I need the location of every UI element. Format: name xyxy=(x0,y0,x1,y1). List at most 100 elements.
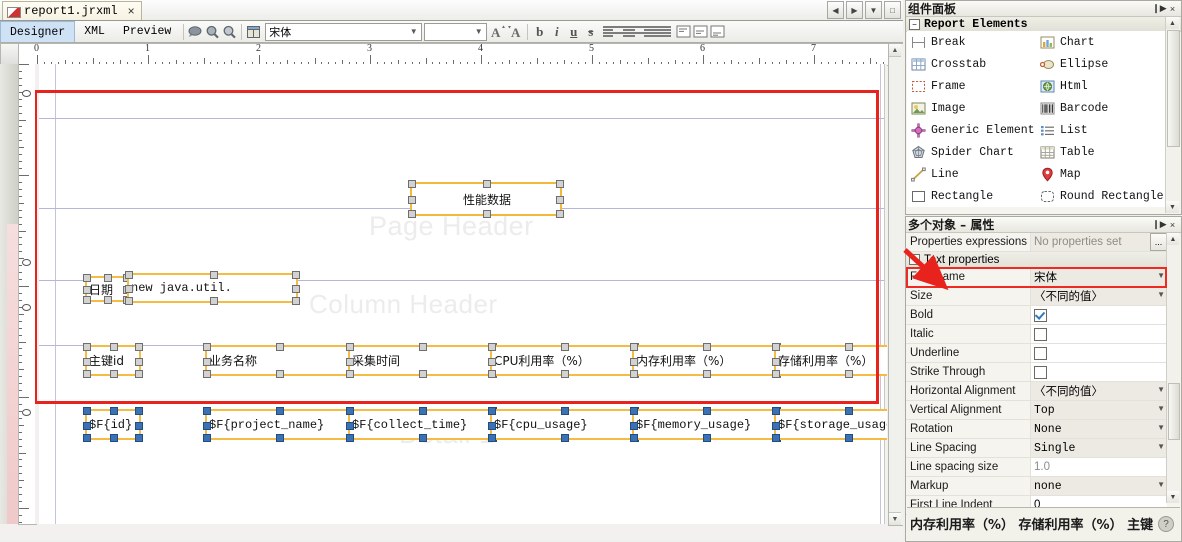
zoom-out-icon[interactable] xyxy=(221,23,238,40)
minimize-icon[interactable]: ❙▶ xyxy=(1152,218,1166,231)
resize-handle-tl[interactable] xyxy=(83,274,91,282)
date-label[interactable]: 日期 xyxy=(83,274,131,304)
resize-handle-bl[interactable] xyxy=(346,370,354,378)
resize-handle-tm[interactable] xyxy=(483,180,491,188)
resize-handle-bl[interactable] xyxy=(772,434,780,442)
header-cpu-usage[interactable]: CPU利用率（%） xyxy=(488,343,639,378)
resize-handle-bm[interactable] xyxy=(560,434,569,442)
resize-handle-tm[interactable] xyxy=(110,407,118,415)
property-value[interactable]: none ▼ xyxy=(1030,477,1167,495)
properties-scrollbar[interactable]: ▲ ▼ xyxy=(1166,233,1180,503)
palette-item-list[interactable]: List xyxy=(1036,119,1165,141)
scroll-down-icon[interactable]: ▼ xyxy=(1167,491,1179,503)
chevron-down-icon[interactable]: ▼ xyxy=(1157,423,1165,432)
title-text[interactable]: 性能数据 xyxy=(408,180,564,218)
resize-handle-br[interactable] xyxy=(135,370,143,378)
property-value[interactable]: 〈不同的值〉 ▼ xyxy=(1030,382,1167,400)
resize-handle-tm[interactable] xyxy=(275,407,284,415)
resize-handle-ml[interactable] xyxy=(630,357,638,366)
property-row-vertical-alignment[interactable]: Vertical Alignment Top ▼ xyxy=(906,401,1167,420)
properties-expressions-value[interactable]: No properties set ... xyxy=(1030,233,1167,251)
scroll-up-icon[interactable]: ▲ xyxy=(1166,17,1179,29)
property-value[interactable] xyxy=(1030,306,1167,324)
resize-handle-bm[interactable] xyxy=(209,297,218,305)
resize-handle-tm[interactable] xyxy=(844,343,853,351)
chevron-down-icon[interactable]: ▼ xyxy=(471,25,486,39)
valign-top-icon[interactable] xyxy=(675,23,692,40)
resize-handle-tm[interactable] xyxy=(560,343,569,351)
resize-handle-bm[interactable] xyxy=(483,210,491,218)
detail-storage-usage[interactable]: $F{storage_usage} xyxy=(772,407,887,442)
resize-handle-tm[interactable] xyxy=(418,343,427,351)
resize-handle-bm[interactable] xyxy=(418,434,427,442)
resize-handle-bm[interactable] xyxy=(110,370,118,378)
chevron-down-icon[interactable]: ▼ xyxy=(1157,385,1165,394)
header-memory-usage[interactable]: 内存利用率（%） xyxy=(630,343,781,378)
resize-handle-tr[interactable] xyxy=(135,343,143,351)
report-canvas[interactable]: Page Header Detail 1 Column Header 性能数据日… xyxy=(35,64,887,524)
checkbox-italic[interactable] xyxy=(1034,327,1047,341)
resize-handle-ml[interactable] xyxy=(488,357,496,366)
property-row-strike-through[interactable]: Strike Through xyxy=(906,363,1167,382)
underline-button[interactable]: u xyxy=(565,23,582,40)
property-value[interactable]: Top ▼ xyxy=(1030,401,1167,419)
date-field[interactable]: new java.util. xyxy=(125,271,300,305)
header-id[interactable]: 主键id xyxy=(83,343,143,378)
resize-handle-bm[interactable] xyxy=(275,434,284,442)
resize-handle-ml[interactable] xyxy=(83,286,91,294)
strikethrough-button[interactable]: s xyxy=(582,23,599,40)
header-project-name[interactable]: 业务名称 xyxy=(203,343,354,378)
bold-button[interactable]: b xyxy=(531,23,548,40)
property-row-markup[interactable]: Markup none ▼ xyxy=(906,477,1167,496)
font-size-combo[interactable]: ▼ xyxy=(424,22,488,41)
resize-handle-tr[interactable] xyxy=(556,180,564,188)
detail-project-name[interactable]: $F{project_name} xyxy=(203,407,354,442)
palette-item-rectangle[interactable]: Rectangle xyxy=(907,185,1036,207)
band-marker[interactable] xyxy=(22,304,31,311)
band-marker[interactable] xyxy=(22,90,31,97)
detail-cpu-usage[interactable]: $F{cpu_usage} xyxy=(488,407,639,442)
resize-handle-ml[interactable] xyxy=(630,421,638,430)
resize-handle-bl[interactable] xyxy=(408,210,416,218)
resize-handle-tl[interactable] xyxy=(346,343,354,351)
resize-handle-tm[interactable] xyxy=(418,407,427,415)
resize-handle-bl[interactable] xyxy=(488,370,496,378)
editor-tab-report1[interactable]: report1.jrxml × xyxy=(2,1,142,20)
resize-handle-tl[interactable] xyxy=(83,407,91,415)
resize-handle-ml[interactable] xyxy=(83,357,91,366)
palette-item-line[interactable]: Line xyxy=(907,163,1036,185)
resize-handle-tl[interactable] xyxy=(488,407,496,415)
resize-handle-tl[interactable] xyxy=(488,343,496,351)
align-right-icon[interactable] xyxy=(637,24,655,39)
resize-handle-bl[interactable] xyxy=(203,434,211,442)
chevron-down-icon[interactable]: ▼ xyxy=(865,1,882,19)
palette-item-chart[interactable]: Chart xyxy=(1036,31,1165,53)
properties-expressions-button[interactable]: ... xyxy=(1150,233,1167,251)
palette-item-map[interactable]: Map xyxy=(1036,163,1165,185)
resize-handle-br[interactable] xyxy=(556,210,564,218)
resize-handle-bm[interactable] xyxy=(104,296,112,304)
close-icon[interactable]: × xyxy=(1166,218,1179,231)
checkbox-strike-through[interactable] xyxy=(1034,365,1047,379)
property-row-horizontal-alignment[interactable]: Horizontal Alignment 〈不同的值〉 ▼ xyxy=(906,382,1167,401)
font-name-combo[interactable]: 宋体 ▼ xyxy=(265,22,423,41)
resize-handle-bm[interactable] xyxy=(844,434,853,442)
band-marker[interactable] xyxy=(22,409,31,416)
checkbox-bold[interactable] xyxy=(1034,308,1047,322)
resize-handle-tl[interactable] xyxy=(408,180,416,188)
tab-next-button[interactable]: ▶ xyxy=(846,1,863,19)
resize-handle-tl[interactable] xyxy=(346,407,354,415)
resize-handle-bl[interactable] xyxy=(772,370,780,378)
resize-handle-mr[interactable] xyxy=(135,421,143,430)
resize-handle-bl[interactable] xyxy=(346,434,354,442)
resize-handle-bm[interactable] xyxy=(418,370,427,378)
checkbox-underline[interactable] xyxy=(1034,346,1047,360)
resize-handle-ml[interactable] xyxy=(83,421,91,430)
zoom-fit-icon[interactable] xyxy=(187,23,204,40)
property-value[interactable]: 〈不同的值〉 ▼ xyxy=(1030,287,1167,305)
resize-handle-tr[interactable] xyxy=(135,407,143,415)
resize-handle-bl[interactable] xyxy=(83,434,91,442)
resize-handle-bl[interactable] xyxy=(488,434,496,442)
palette-item-html[interactable]: Html xyxy=(1036,75,1165,97)
detail-id[interactable]: $F{id} xyxy=(83,407,143,442)
